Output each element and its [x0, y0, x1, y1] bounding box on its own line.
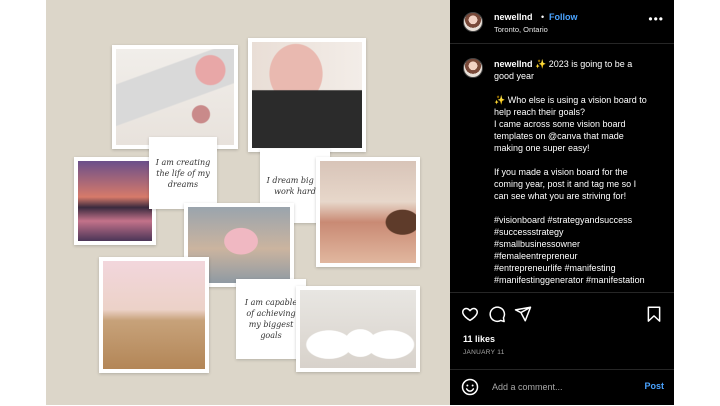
location-link[interactable]: Toronto, Ontario [494, 25, 548, 34]
caption-body-line: I came across some vision board [494, 119, 626, 129]
quote-text: I am creating the life of my dreams [155, 157, 211, 189]
post-sidebar: newellnd • Follow Toronto, Ontario ••• n… [450, 0, 674, 405]
caption-body-line: can see what you are striving for! [494, 191, 627, 201]
hashtag-line[interactable]: #visionboard #strategyandsuccess [494, 214, 666, 226]
follow-button[interactable]: Follow [549, 12, 578, 22]
photo-savanna [99, 257, 209, 373]
bookmark-icon[interactable] [645, 305, 663, 323]
comment-input[interactable] [492, 379, 632, 395]
post-image[interactable]: I am creating the life of my dreams I dr… [46, 0, 450, 405]
post-comment-button[interactable]: Post [644, 381, 664, 391]
hashtag-line[interactable]: #smallbusinessowner [494, 238, 666, 250]
caption-body-line: If you made a vision board for the [494, 167, 628, 177]
caption-body-line: making one super easy! [494, 143, 590, 153]
photo-woman-headphones [248, 38, 366, 152]
photo-spa-women [296, 286, 420, 372]
post-header: newellnd • Follow Toronto, Ontario ••• [450, 0, 674, 44]
caption-username[interactable]: newellnd [494, 59, 533, 69]
caption-body-line: help reach their goals? [494, 107, 586, 117]
photo-beach-woman [316, 157, 420, 267]
caption-body-line: coming year, post it and tag me so I [494, 179, 637, 189]
likes-count[interactable]: 11 likes [463, 334, 495, 344]
post-caption: newellnd ✨ 2023 is going to be a good ye… [494, 58, 666, 286]
emoji-icon[interactable] [461, 378, 479, 396]
separator-dot: • [541, 12, 545, 22]
quote-card-creating: I am creating the life of my dreams [149, 137, 217, 209]
photo-laptop-desk [112, 45, 238, 149]
heart-icon[interactable] [461, 305, 479, 323]
quote-text: I am capable of achieving my biggest goa… [244, 298, 298, 340]
hashtag-line[interactable]: #manifestinggenerator #manifestation [494, 274, 666, 286]
comment-icon[interactable] [488, 305, 506, 323]
hashtag-line[interactable]: #femaleentrepreneur [494, 250, 666, 262]
caption-body-line: ✨ Who else is using a vision board to [494, 95, 647, 105]
caption-first-line: newellnd ✨ 2023 is going to be a [494, 58, 666, 70]
hashtag-line[interactable]: #successstrategy [494, 226, 666, 238]
post-date: JANUARY 11 [463, 349, 505, 356]
post-actions: 11 likes JANUARY 11 Post [450, 292, 674, 396]
username-link[interactable]: newellnd [494, 12, 533, 22]
caption-text: ✨ 2023 is going to be a [535, 59, 633, 69]
avatar[interactable] [463, 12, 483, 32]
more-options-icon[interactable]: ••• [648, 12, 664, 26]
caption-avatar[interactable] [463, 58, 483, 78]
hashtag-line[interactable]: #entrepreneurlife #manifesting [494, 262, 666, 274]
caption-body-line: templates on @canva that made [494, 131, 624, 141]
caption-text: good year [494, 71, 535, 81]
post-modal: I am creating the life of my dreams I dr… [46, 0, 674, 405]
photo-sunset-lake [74, 157, 156, 245]
comment-bar: Post [450, 369, 674, 406]
share-icon[interactable] [514, 305, 532, 323]
